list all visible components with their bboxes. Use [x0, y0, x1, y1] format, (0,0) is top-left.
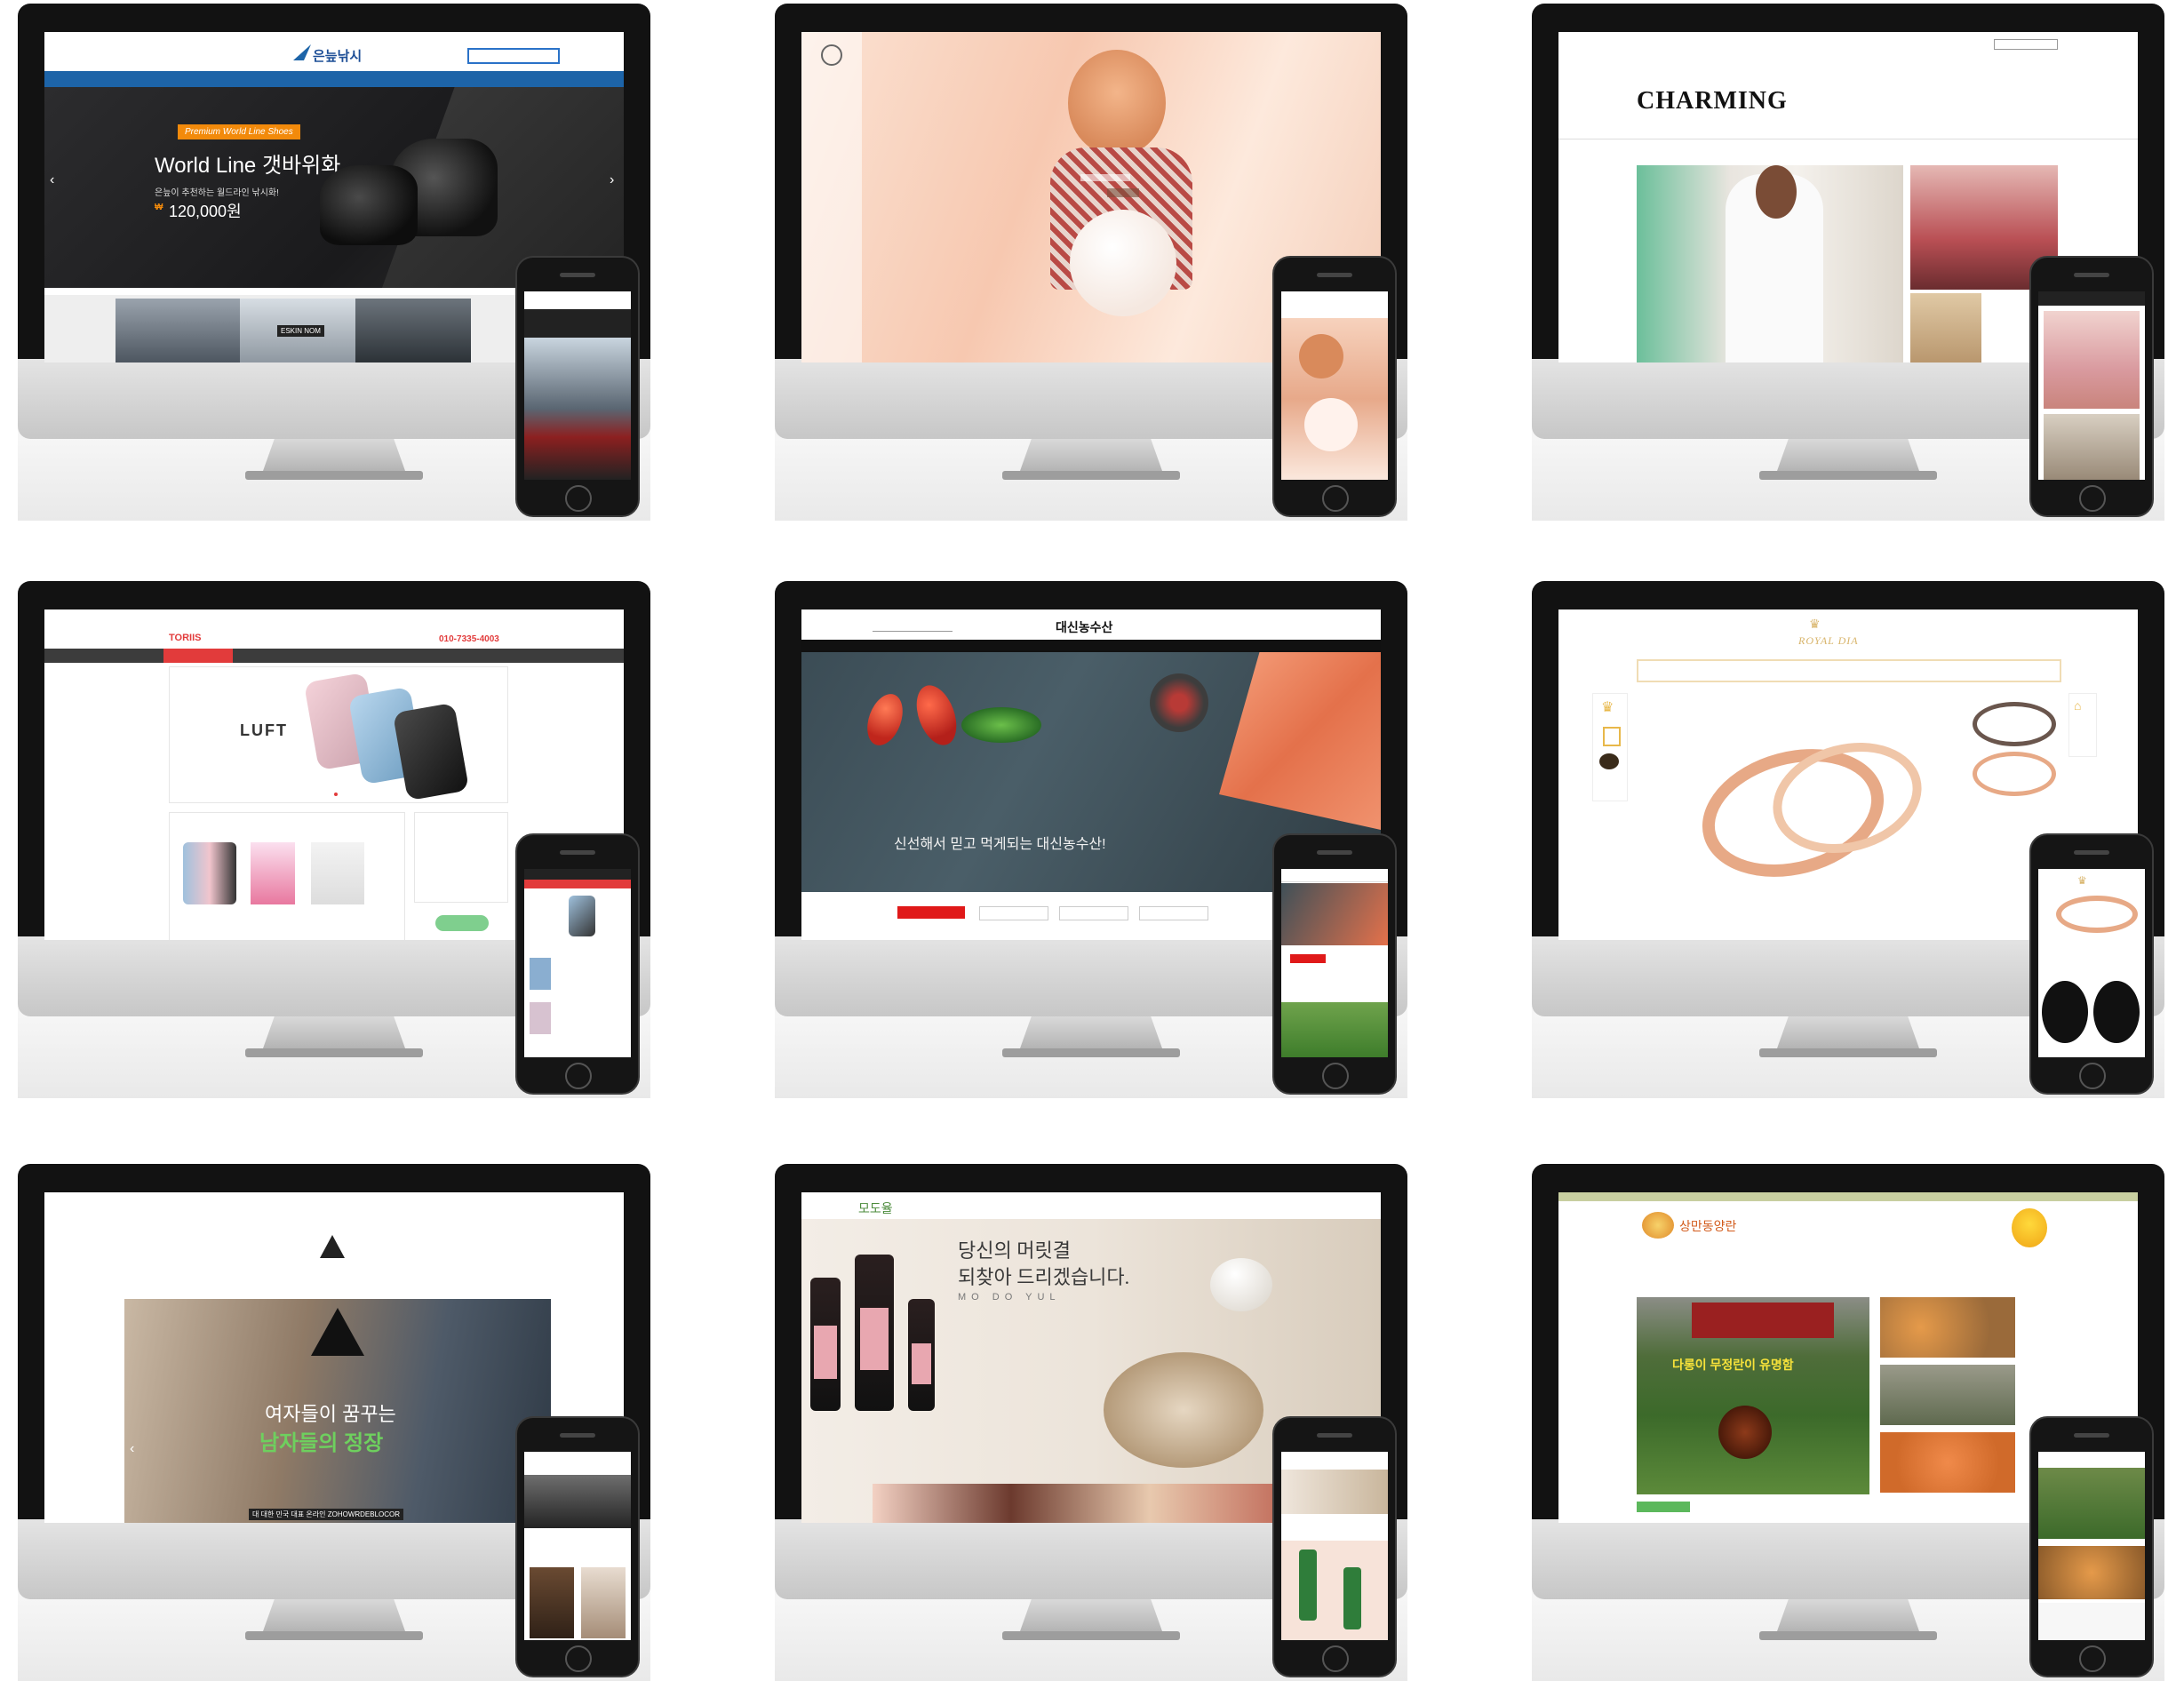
- phone-screen: [2038, 291, 2145, 480]
- teapot: [1210, 1258, 1272, 1311]
- tab-active[interactable]: [897, 906, 965, 919]
- hero-banner-text: 다롱이 무정란이 유명함: [1672, 1358, 1794, 1372]
- ball: [1070, 210, 1176, 316]
- crown-badge-icon: ♛: [1601, 700, 1614, 715]
- phone-screen: [1281, 291, 1388, 480]
- search-input[interactable]: [467, 48, 560, 64]
- phone-screen: ♛: [2038, 869, 2145, 1057]
- tab[interactable]: [1059, 906, 1128, 920]
- site-logo[interactable]: CHARMING: [1637, 87, 1788, 116]
- mockup-daesin: 대신농수산 신선해서 믿고 먹게되는 대신농수산!: [775, 581, 1407, 1098]
- phone-number: 010-7335-4003: [439, 634, 499, 644]
- nav-bar: [44, 71, 624, 87]
- side-menu: [801, 32, 862, 362]
- site-logo[interactable]: 상만동양란: [1679, 1217, 1736, 1235]
- price-symbol: ₩: [155, 203, 163, 212]
- barn: [1692, 1303, 1834, 1338]
- phone-screen: [1281, 869, 1388, 1057]
- hero-headline: World Line 갯바위화: [155, 154, 341, 178]
- tab[interactable]: [979, 906, 1048, 920]
- phone: [1272, 256, 1397, 517]
- site-logo[interactable]: 대신농수산: [1056, 618, 1112, 636]
- kakao-icon[interactable]: [1599, 753, 1619, 769]
- phone: [1272, 1416, 1397, 1677]
- phone: [515, 1416, 640, 1677]
- logo-egg-icon: [1642, 1212, 1674, 1239]
- mockup-kids: [775, 4, 1407, 521]
- tab-active[interactable]: [1637, 1502, 1690, 1512]
- phone: [515, 256, 640, 517]
- search-input[interactable]: [873, 622, 953, 632]
- site-logo[interactable]: ROYAL DIA: [1798, 634, 1859, 648]
- child-head: [1068, 50, 1166, 156]
- right-icon[interactable]: ⌂: [2074, 698, 2081, 713]
- search-input[interactable]: [1994, 39, 2058, 50]
- thumb-strip: [873, 1484, 1335, 1523]
- phone: ♛: [2029, 833, 2154, 1095]
- phone-screen: [1281, 1452, 1388, 1640]
- nav-active-tab[interactable]: [163, 649, 233, 663]
- brand-banner: ESKIN NOM: [277, 325, 324, 337]
- site-logo[interactable]: TORIIS: [169, 633, 201, 643]
- home-button[interactable]: [2079, 485, 2106, 512]
- nav-bar: [44, 649, 624, 663]
- home-button[interactable]: [1322, 1645, 1349, 1672]
- product-name: LUFT: [240, 721, 288, 739]
- hero-headline: 신선해서 믿고 먹게되는 대신농수산!: [894, 837, 1106, 852]
- ginseng-image: [1104, 1352, 1263, 1468]
- phone: [1272, 833, 1397, 1095]
- tab[interactable]: [1139, 906, 1208, 920]
- hero-logo: [311, 1308, 364, 1356]
- mockup-charming: CHARMING: [1532, 4, 2164, 521]
- mockup-royal-dia: ♛ ROYAL DIA ♛ ⌂ ♛: [1532, 581, 2164, 1098]
- site-logo[interactable]: 모도율: [858, 1199, 893, 1217]
- site-logo-icon[interactable]: [320, 1235, 345, 1258]
- nav-bar: [1637, 659, 2061, 682]
- brand-name: MO DO YUL: [958, 1292, 1061, 1303]
- peppercorn-bowl: [1150, 673, 1208, 732]
- hen: [1718, 1406, 1772, 1459]
- mockup-fashion: 여자들이 꿈꾸는 남자들의 정장 대 대한 민국 대표 온라인 ZOHOWRDE…: [18, 1164, 650, 1681]
- home-button[interactable]: [2079, 1063, 2106, 1089]
- promo-badge: Premium World Line Shoes: [178, 124, 300, 139]
- hero-line2: 되찾아 드리겠습니다.: [958, 1266, 1130, 1288]
- site-logo[interactable]: 은늪낚시: [313, 46, 362, 65]
- slider-next-icon[interactable]: ›: [610, 172, 614, 188]
- phone: [2029, 256, 2154, 517]
- eggs-photo: [1880, 1297, 2015, 1358]
- chick-icon: [2012, 1208, 2047, 1247]
- phone-screen: [2038, 1452, 2145, 1640]
- home-button[interactable]: [565, 1645, 592, 1672]
- phone: [515, 833, 640, 1095]
- slider-prev-icon[interactable]: ‹: [130, 1441, 134, 1457]
- home-button[interactable]: [1322, 485, 1349, 512]
- mockup-egg-farm: 상만동양란 다롱이 무정란이 유명함: [1532, 1164, 2164, 1681]
- mockup-toriis: TORIIS 010-7335-4003 LUFT: [18, 581, 650, 1098]
- phone-screen: [524, 291, 631, 480]
- page: { "tiles": [ { "name": "fishing", "logo"…: [0, 0, 2184, 1681]
- phone: [2029, 1416, 2154, 1677]
- hero-line2: 남자들의 정장: [259, 1431, 384, 1455]
- hero-line1: 여자들이 꿈꾸는: [265, 1403, 396, 1425]
- note-icon[interactable]: [1603, 727, 1621, 746]
- bottom-note: 대 대한 민국 대표 온라인 ZOHOWRDEBLOCOR: [249, 1509, 404, 1520]
- hero-subline: 은늪이 추천하는 월드라인 낚시화!: [155, 188, 279, 198]
- home-button[interactable]: [1322, 1063, 1349, 1089]
- phone-screen: [524, 869, 631, 1057]
- slider-prev-icon[interactable]: ‹: [50, 172, 54, 188]
- site-logo-icon[interactable]: [821, 44, 842, 66]
- phone-screen: [524, 1452, 631, 1640]
- crown-icon: ♛: [1809, 617, 1821, 631]
- nav-bar: [801, 640, 1381, 652]
- mockup-fishing: 은늪낚시 Premium World Line Shoes World Line…: [18, 4, 650, 521]
- shoe-image-2: [320, 165, 418, 245]
- mockup-modoyul: 모도율 당신의 머릿결 되찾아 드리겠습니다. MO DO YUL: [775, 1164, 1407, 1681]
- home-button[interactable]: [565, 485, 592, 512]
- home-button[interactable]: [565, 1063, 592, 1089]
- hero-line1: 당신의 머릿결: [958, 1239, 1071, 1262]
- greens: [961, 707, 1041, 743]
- home-button[interactable]: [2079, 1645, 2106, 1672]
- hero-price: 120,000원: [169, 203, 242, 220]
